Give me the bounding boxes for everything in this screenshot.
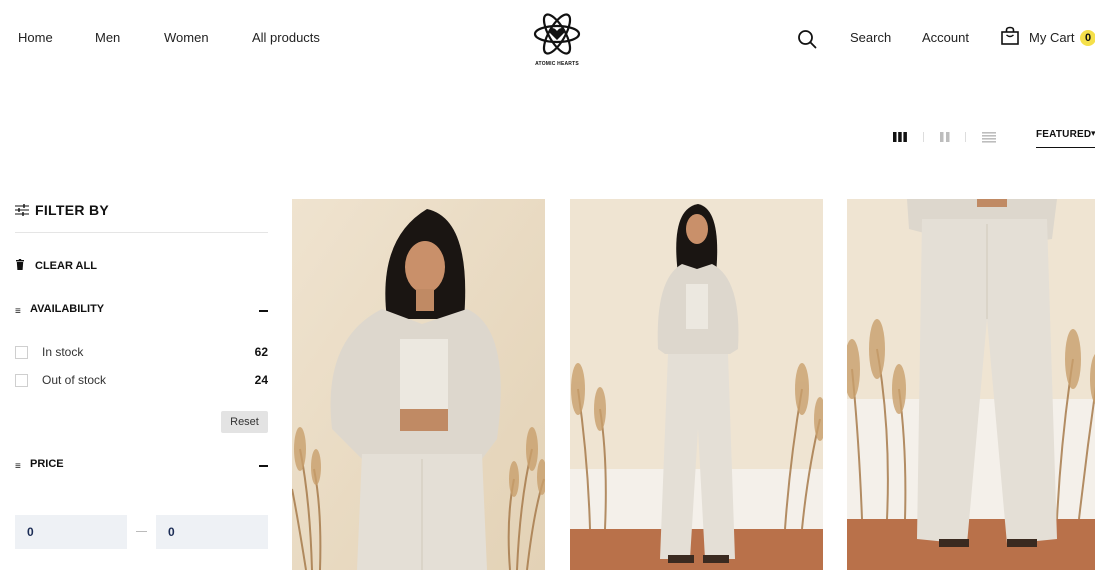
chevron-down-icon: ▾ [1091, 128, 1095, 138]
filter-sidebar: FILTER BY CLEAR ALL ≡ AVAILABILITY In st… [15, 196, 268, 570]
sort-dropdown[interactable]: FEATURED ▾ [1036, 128, 1095, 148]
search-icon[interactable] [797, 29, 817, 49]
filter-option-out-of-stock[interactable]: Out of stock 24 [15, 371, 268, 389]
filter-title: FILTER BY [35, 202, 109, 218]
cart-link[interactable]: My Cart [1029, 30, 1075, 45]
trash-icon [16, 259, 24, 270]
menu-lines-icon: ≡ [15, 306, 21, 317]
product-image-wide-trousers[interactable] [847, 199, 1095, 570]
checkbox[interactable] [15, 374, 28, 387]
nav-men[interactable]: Men [95, 30, 120, 45]
availability-header[interactable]: ≡ AVAILABILITY [15, 302, 268, 318]
view-separator [965, 132, 966, 142]
reset-button[interactable]: Reset [221, 411, 268, 433]
clear-all-label: CLEAR ALL [35, 260, 97, 272]
sort-label: FEATURED [1036, 129, 1092, 140]
clear-all-button[interactable]: CLEAR ALL [15, 259, 125, 273]
option-count: 62 [254, 345, 268, 359]
price-min-input[interactable] [15, 515, 127, 549]
nav-home[interactable]: Home [18, 30, 53, 45]
product-image-cropped-blazer[interactable] [570, 199, 823, 570]
price-label: PRICE [30, 458, 64, 470]
option-count: 24 [254, 373, 268, 387]
search-link[interactable]: Search [850, 30, 891, 45]
range-dash [136, 531, 147, 532]
product-image-blazer-set[interactable] [292, 199, 545, 570]
logo-text: ATOMIC HEARTS [535, 61, 579, 67]
filter-option-in-stock[interactable]: In stock 62 [15, 343, 268, 361]
option-label: In stock [42, 345, 84, 359]
availability-label: AVAILABILITY [30, 303, 105, 315]
option-label: Out of stock [42, 373, 107, 387]
checkbox[interactable] [15, 346, 28, 359]
list-icon[interactable] [982, 131, 996, 143]
menu-lines-icon: ≡ [15, 461, 21, 472]
grid-3-icon[interactable] [893, 131, 907, 143]
collapse-minus-icon[interactable] [259, 465, 268, 467]
shopping-bag-icon[interactable] [1000, 26, 1020, 46]
price-header[interactable]: ≡ PRICE [15, 457, 268, 473]
collapse-minus-icon[interactable] [259, 310, 268, 312]
atomic-hearts-logo[interactable] [533, 10, 581, 68]
account-link[interactable]: Account [922, 30, 969, 45]
sliders-icon [15, 204, 29, 216]
cart-count-badge: 0 [1080, 30, 1095, 46]
grid-2-icon[interactable] [939, 131, 951, 143]
nav-women[interactable]: Women [164, 30, 209, 45]
site-header: Home Men Women All products ATOMIC HEART… [0, 0, 1095, 76]
price-max-input[interactable] [156, 515, 268, 549]
divider [15, 232, 268, 233]
view-separator [923, 132, 924, 142]
nav-all-products[interactable]: All products [252, 30, 320, 45]
